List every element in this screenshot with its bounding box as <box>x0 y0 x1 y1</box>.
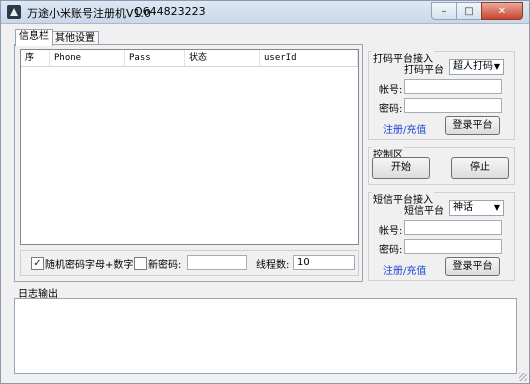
sms-platform-select[interactable]: 神话 ▼ <box>449 200 504 216</box>
sms-platform-group: 短信平台接入 短信平台 神话 ▼ 帐号: 密码: 注册/充值 登录平台 <box>368 191 515 281</box>
captcha-account-input[interactable] <box>404 79 502 94</box>
minimize-button[interactable]: – <box>431 2 457 20</box>
sms-account-label: 帐号: <box>379 226 403 237</box>
sms-platform-value: 神话 <box>453 202 473 213</box>
minimize-icon: – <box>441 5 447 17</box>
control-group: 控制区 开始 停止 <box>368 146 515 185</box>
captcha-login-button[interactable]: 登录平台 <box>445 116 500 135</box>
captcha-platform-label: 打码平台 <box>404 65 444 76</box>
sms-password-input[interactable] <box>404 239 502 254</box>
sms-platform-label: 短信平台 <box>404 206 444 217</box>
checkmark-icon: ✓ <box>33 258 42 269</box>
app-logo-icon <box>7 5 21 19</box>
resize-grip[interactable] <box>519 373 527 381</box>
threads-label: 线程数: <box>256 260 290 271</box>
tab-info[interactable]: 信息栏 <box>15 29 53 46</box>
captcha-platform-select[interactable]: 超人打码 ▼ <box>449 59 504 75</box>
random-password-checkbox[interactable]: ✓ <box>31 257 44 270</box>
captcha-platform-group: 打码平台接入 打码平台 超人打码 ▼ 帐号: 密码: 注册/充值 登录平台 <box>368 50 515 140</box>
window-title-qq: Q644823223 <box>134 5 206 18</box>
close-button[interactable]: ✕ <box>481 2 523 20</box>
window-title: 万途小米账号注册机V1.0 <box>27 7 152 20</box>
sms-register-link[interactable]: 注册/充值 <box>383 262 426 277</box>
column-header-status[interactable]: 状态 <box>185 50 260 66</box>
chevron-down-icon: ▼ <box>493 203 500 212</box>
captcha-register-link[interactable]: 注册/充值 <box>383 121 426 136</box>
stop-button[interactable]: 停止 <box>451 157 509 179</box>
table-header: 序 Phone Pass 状态 userId <box>21 50 358 67</box>
column-header-index[interactable]: 序 <box>21 50 50 66</box>
options-row: ✓ 随机密码字母+数字 新密码: 线程数: 10 <box>20 250 359 276</box>
sms-password-label: 密码: <box>379 245 403 256</box>
tab-panel-info: 序 Phone Pass 状态 userId ✓ 随机密码字母+数字 新密码: … <box>14 44 363 282</box>
window-controls: – □ ✕ <box>431 2 523 20</box>
close-icon: ✕ <box>497 5 507 17</box>
random-password-label[interactable]: 随机密码字母+数字 <box>45 256 133 271</box>
column-header-phone[interactable]: Phone <box>50 50 125 66</box>
captcha-account-label: 帐号: <box>379 85 403 96</box>
accounts-table[interactable]: 序 Phone Pass 状态 userId <box>20 49 359 245</box>
app-window: 万途小米账号注册机V1.0 Q644823223 – □ ✕ 信息栏 其他设置 … <box>0 0 530 384</box>
log-output-area[interactable] <box>14 298 517 374</box>
column-header-userid[interactable]: userId <box>260 50 358 66</box>
start-button[interactable]: 开始 <box>372 157 430 179</box>
captcha-platform-value: 超人打码 <box>453 61 493 72</box>
title-bar[interactable]: 万途小米账号注册机V1.0 Q644823223 – □ ✕ <box>1 1 529 24</box>
new-password-input[interactable] <box>187 255 247 270</box>
captcha-password-label: 密码: <box>379 104 403 115</box>
new-password-label[interactable]: 新密码: <box>148 256 181 271</box>
sms-account-input[interactable] <box>404 220 502 235</box>
chevron-down-icon: ▼ <box>493 62 500 71</box>
new-password-checkbox[interactable] <box>134 257 147 270</box>
column-header-pass[interactable]: Pass <box>125 50 185 66</box>
sms-login-button[interactable]: 登录平台 <box>445 257 500 276</box>
maximize-button[interactable]: □ <box>456 2 482 20</box>
maximize-icon: □ <box>464 5 474 17</box>
captcha-password-input[interactable] <box>404 98 502 113</box>
threads-input[interactable]: 10 <box>293 255 355 270</box>
